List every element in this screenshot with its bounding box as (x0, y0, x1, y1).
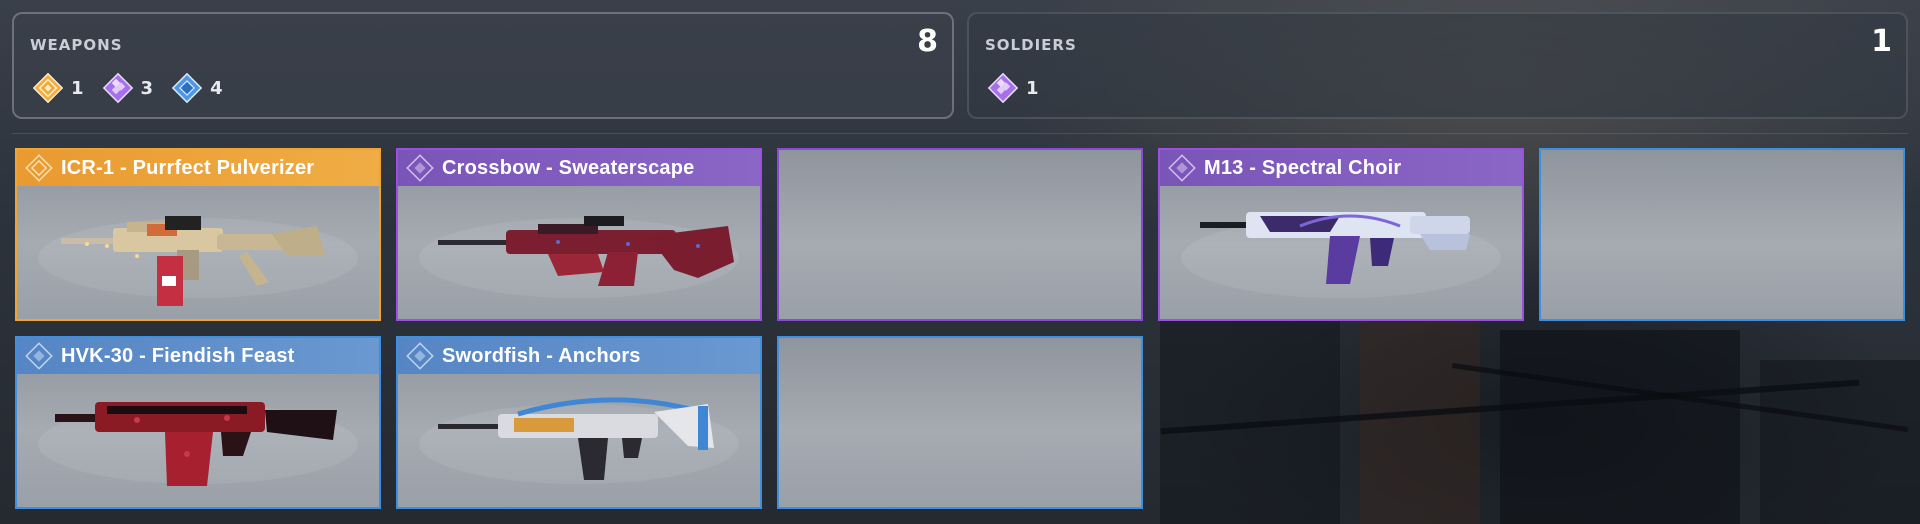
epic-rarity-icon (987, 72, 1019, 104)
weapon-card-hvk30[interactable]: HVK-30 - Fiendish Feast (15, 336, 381, 509)
weapon-image-icr1 (38, 216, 358, 306)
legendary-rarity-icon (32, 72, 64, 104)
weapon-card-m13[interactable]: M13 - Spectral Choir (1158, 148, 1524, 321)
weapon-card-header: ICR-1 - Purrfect Pulverizer (17, 150, 379, 186)
soldiers-title: SOLDIERS (985, 36, 1077, 54)
weapon-name: HVK-30 - Fiendish Feast (61, 344, 295, 367)
epic-count-value: 3 (140, 77, 154, 99)
weapon-image-hvk30 (38, 402, 358, 486)
epic-rarity-icon (102, 72, 133, 104)
weapons-title: WEAPONS (30, 36, 123, 54)
legendary-count: 1 (30, 70, 84, 106)
weapon-image-m13 (1181, 212, 1501, 298)
rare-count-value: 4 (210, 77, 223, 99)
epic-count: 3 (100, 70, 154, 106)
weapon-card-icr1[interactable]: ICR-1 - Purrfect Pulverizer (15, 148, 381, 321)
weapon-name: Swordfish - Anchors (442, 344, 641, 367)
soldiers-count: 1 (1871, 24, 1892, 59)
legendary-rarity-icon (25, 154, 53, 182)
empty-slot-rare[interactable] (1539, 148, 1905, 321)
weapon-name: M13 - Spectral Choir (1204, 156, 1402, 179)
empty-slot-epic[interactable] (777, 148, 1143, 321)
epic-rarity-icon (406, 154, 434, 182)
weapon-card-swordfish[interactable]: Swordfish - Anchors (396, 336, 762, 509)
soldiers-summary-panel[interactable]: SOLDIERS 1 1 (967, 12, 1908, 119)
rare-rarity-icon (25, 342, 53, 370)
section-divider (12, 133, 1908, 134)
weapons-summary-panel[interactable]: WEAPONS 8 1 3 4 (12, 12, 954, 119)
weapons-count: 8 (917, 24, 938, 59)
weapon-card-header: Swordfish - Anchors (398, 338, 760, 374)
rare-count: 4 (169, 70, 223, 106)
epic-rarity-icon (1168, 154, 1196, 182)
weapons-rarity-breakdown: 1 3 4 (30, 70, 239, 106)
soldiers-rarity-breakdown: 1 (985, 70, 1055, 106)
weapon-image-swordfish (419, 397, 739, 484)
weapon-name: Crossbow - Sweaterscape (442, 156, 695, 179)
weapon-card-header: M13 - Spectral Choir (1160, 150, 1522, 186)
weapon-name: ICR-1 - Purrfect Pulverizer (61, 156, 315, 179)
rare-rarity-icon (171, 72, 203, 104)
weapon-card-header: HVK-30 - Fiendish Feast (17, 338, 379, 374)
empty-slot-rare[interactable] (777, 336, 1143, 509)
epic-count-value: 1 (1026, 77, 1039, 99)
legendary-count-value: 1 (71, 77, 84, 99)
weapon-card-header: Crossbow - Sweaterscape (398, 150, 760, 186)
rare-rarity-icon (406, 342, 434, 370)
epic-count: 1 (985, 70, 1039, 106)
weapon-card-crossbow[interactable]: Crossbow - Sweaterscape (396, 148, 762, 321)
weapon-image-crossbow (419, 216, 739, 298)
